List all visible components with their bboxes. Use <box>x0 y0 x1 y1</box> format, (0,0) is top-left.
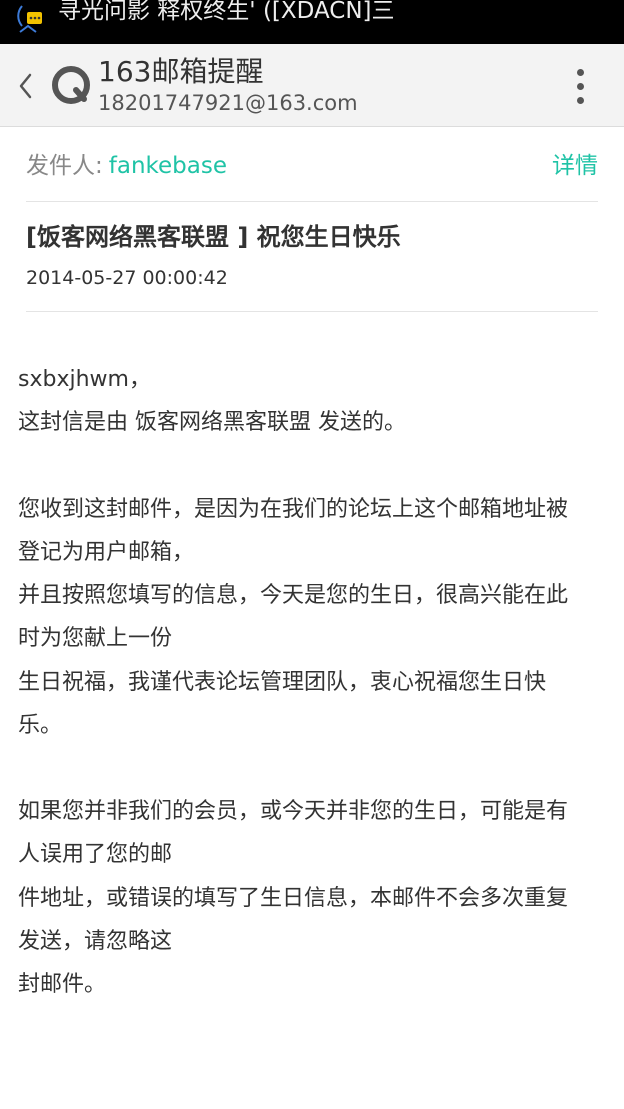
overflow-menu-icon <box>576 68 584 76</box>
email-date: 2014-05-27 00:00:42 <box>26 267 228 289</box>
back-button[interactable] <box>8 64 42 108</box>
sender-label: 发件人: <box>26 153 103 179</box>
sender-row: 发件人: fankebase 详情 <box>26 146 598 186</box>
overflow-menu-icon-dot <box>576 96 584 104</box>
body-line: 您收到这封邮件，是因为在我们的论坛上这个邮箱地址被 <box>18 497 569 522</box>
status-bar: 寻光问影 释权终生' ([XDACN]三 <box>0 0 624 44</box>
divider <box>26 201 598 202</box>
body-line: 乐。 <box>18 713 63 738</box>
body-line: sxbxjhwm， <box>18 367 151 392</box>
divider <box>26 311 598 312</box>
overflow-menu-icon-dot <box>576 82 584 90</box>
body-line: 件地址，或错误的填写了生日信息，本邮件不会多次重复 <box>18 886 569 911</box>
body-line: 封邮件。 <box>18 972 107 997</box>
page-title: 163邮箱提醒 <box>98 55 264 88</box>
body-line: 登记为用户邮箱， <box>18 540 195 565</box>
email-subject: [饭客网络黑客联盟 ] 祝您生日快乐 <box>26 223 401 251</box>
mailbox-logo-icon <box>52 66 90 104</box>
body-line: 这封信是由 饭客网络黑客联盟 发送的。 <box>18 410 406 435</box>
body-line: 人误用了您的邮 <box>18 842 173 867</box>
notification-text: 寻光问影 释权终生' ([XDACN]三 <box>58 0 395 24</box>
sender-name[interactable]: fankebase <box>109 153 227 179</box>
body-line: 如果您并非我们的会员，或今天并非您的生日，可能是有 <box>18 799 569 824</box>
account-email: 18201747921@163.com <box>98 91 358 115</box>
app-header: 163邮箱提醒 18201747921@163.com <box>0 44 624 127</box>
more-options-button[interactable] <box>560 64 600 108</box>
body-line: 并且按照您填写的信息，今天是您的生日，很高兴能在此 <box>18 583 569 608</box>
body-line: 时为您献上一份 <box>18 626 173 651</box>
body-line: 发送，请忽略这 <box>18 929 173 954</box>
details-link[interactable]: 详情 <box>552 146 598 180</box>
chevron-left-icon <box>19 73 32 99</box>
body-line: 生日祝福，我谨代表论坛管理团队，衷心祝福您生日快 <box>18 670 547 695</box>
chat-notification-icon <box>16 2 46 38</box>
